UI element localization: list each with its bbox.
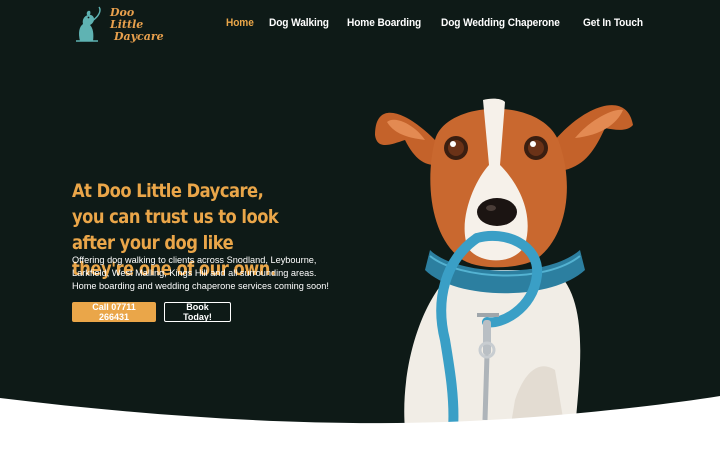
- hero-dog-image: [375, 98, 633, 430]
- main-nav: Home Dog Walking Home Boarding Dog Weddi…: [226, 17, 648, 29]
- call-button[interactable]: Call 07711 266431: [72, 302, 156, 322]
- dog-leash-icon: [76, 6, 101, 42]
- logo-text: Doo Little Daycare: [110, 7, 170, 43]
- logo-line2: Daycare: [114, 30, 164, 43]
- nav-dog-walking[interactable]: Dog Walking: [269, 17, 329, 29]
- hero-buttons: Call 07711 266431 Book Today!: [72, 302, 231, 322]
- nav-get-in-touch[interactable]: Get In Touch: [583, 17, 643, 29]
- nav-home-boarding[interactable]: Home Boarding: [347, 17, 421, 29]
- site-logo[interactable]: Doo Little Daycare: [72, 3, 164, 45]
- book-today-button[interactable]: Book Today!: [164, 302, 231, 322]
- hero-subtext: Offering dog walking to clients across S…: [72, 255, 329, 291]
- logo-line1: Doo Little: [110, 6, 144, 31]
- hero-section: Doo Little Daycare Home Dog Walking Home…: [0, 0, 720, 450]
- nav-home[interactable]: Home: [226, 17, 254, 29]
- nav-dog-wedding-chaperone[interactable]: Dog Wedding Chaperone: [441, 17, 560, 29]
- site-header: Doo Little Daycare Home Dog Walking Home…: [0, 0, 720, 50]
